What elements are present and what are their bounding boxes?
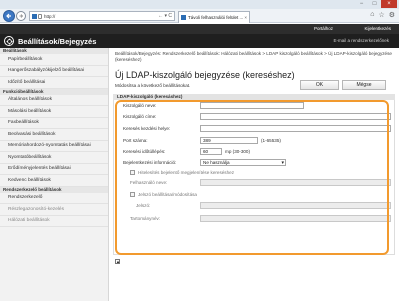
browser-tools: ⌂ ☆ ⚙ bbox=[370, 11, 395, 19]
sidebar-item[interactable]: Erődíményjelentés beállításai bbox=[0, 164, 108, 175]
server-address-label: Kiszolgáló címe: bbox=[123, 114, 157, 119]
security-ext-checkbox[interactable] bbox=[130, 170, 135, 175]
minimize-button[interactable]: − bbox=[355, 0, 368, 8]
arrow-left-icon bbox=[6, 13, 11, 19]
domain-label: Tartománynév: bbox=[130, 216, 161, 221]
close-window-button[interactable]: × bbox=[381, 0, 397, 8]
login-info-value: Ne használja bbox=[203, 160, 230, 165]
server-name-input[interactable] bbox=[200, 102, 304, 109]
browser-tab[interactable]: Távoli felhasználói felület ... × bbox=[178, 11, 250, 23]
ldap-form: Kiszolgáló neve: Kiszolgáló címe: Keresé… bbox=[113, 100, 395, 255]
breadcrumb: Beállítások/Bejegyzés: Rendszerkezelő be… bbox=[115, 51, 392, 62]
port-input[interactable]: 389 bbox=[200, 137, 258, 144]
sidebar-item[interactable]: Faxbeállítások bbox=[0, 118, 108, 129]
tab-favicon-icon bbox=[181, 15, 186, 20]
cancel-button[interactable]: Mégse bbox=[342, 80, 386, 90]
sidebar-item[interactable]: Hálózati beállítások bbox=[0, 216, 108, 227]
password-input[interactable] bbox=[200, 202, 391, 209]
gear-icon[interactable]: ⚙ bbox=[389, 11, 395, 19]
wrench-icon bbox=[5, 37, 13, 45]
main-content: Beállítások/Bejegyzés: Rendszerkezelő be… bbox=[110, 48, 399, 301]
browser-window: − □ × http:// ← ▾ C Távoli felhasználói … bbox=[0, 0, 399, 301]
sidebar-item[interactable]: Részlegazonosító-kezelés bbox=[0, 204, 108, 216]
arrow-right-icon bbox=[19, 14, 24, 18]
lock-icon bbox=[38, 14, 42, 19]
page-title: Beállítások/Bejegyzés bbox=[18, 37, 97, 46]
password-set-checkbox[interactable] bbox=[130, 192, 135, 197]
top-link-bar: Portálhoz Kijelentkezés bbox=[0, 24, 399, 34]
title-bar: − □ × bbox=[0, 0, 399, 9]
password-label: Jelszó: bbox=[136, 203, 151, 208]
mail-admin-link[interactable]: E-mail a rendszerkezelőnek bbox=[333, 38, 389, 43]
collapse-icon[interactable]: ▲ bbox=[115, 259, 120, 264]
sidebar-item[interactable]: Kedvenc beállítások bbox=[0, 175, 108, 187]
refresh-icon[interactable]: ← ▾ C bbox=[158, 12, 172, 21]
star-icon[interactable]: ☆ bbox=[378, 11, 384, 19]
address-text: http:// bbox=[44, 14, 56, 19]
domain-input[interactable] bbox=[200, 215, 391, 222]
app-header: Beállítások/Bejegyzés E-mail a rendszerk… bbox=[0, 34, 399, 48]
sidebar-item[interactable]: Rendszerkezelő bbox=[0, 193, 108, 204]
search-start-label: Keresés kezdési helye: bbox=[123, 126, 171, 131]
window-controls: − □ × bbox=[355, 0, 397, 8]
sidebar-item[interactable]: Másolási beállítások bbox=[0, 106, 108, 118]
ok-button[interactable]: OK bbox=[300, 80, 339, 90]
server-name-label: Kiszolgáló neve: bbox=[123, 103, 157, 108]
settings-home-icon[interactable] bbox=[4, 36, 14, 46]
sidebar-item[interactable]: Időzítő beállításai bbox=[0, 77, 108, 89]
sidebar-item[interactable]: Általános beállítások bbox=[0, 95, 108, 106]
site-icon bbox=[32, 14, 37, 19]
port-label: Port száma: bbox=[123, 138, 148, 143]
login-info-select[interactable]: Ne használja ▾ bbox=[200, 159, 286, 166]
username-input[interactable] bbox=[200, 179, 391, 186]
port-range-text: (1-65535) bbox=[261, 138, 281, 143]
security-ext-label: Hitelesítés bejelentő megjelenítése kere… bbox=[138, 170, 235, 175]
search-start-input[interactable] bbox=[200, 125, 391, 132]
sidebar: Beállítások Papírbeállítások Hangerőszabál… bbox=[0, 48, 109, 301]
timeout-unit-text: mp (30-300) bbox=[225, 149, 251, 154]
logout-link[interactable]: Kijelentkezés bbox=[364, 26, 391, 31]
server-address-input[interactable] bbox=[200, 113, 391, 120]
instruction-text: Módosítsa a következő beállításokat. bbox=[115, 83, 191, 88]
back-button[interactable] bbox=[3, 10, 15, 22]
chevron-down-icon: ▾ bbox=[281, 160, 284, 166]
tab-close-icon[interactable]: × bbox=[244, 12, 247, 23]
home-icon[interactable]: ⌂ bbox=[370, 11, 374, 19]
sidebar-item[interactable]: Beolvasási beállítások bbox=[0, 129, 108, 141]
page-heading: Új LDAP-kiszolgáló bejegyzése (kereséshe… bbox=[115, 70, 295, 80]
maximize-button[interactable]: □ bbox=[368, 0, 381, 8]
tab-title: Távoli felhasználói felület ... bbox=[188, 15, 244, 20]
password-set-label: Jelszó beállítása/módosítása bbox=[138, 192, 197, 197]
username-label: Felhasználó neve: bbox=[130, 180, 168, 185]
login-info-label: Bejelentkezési információ: bbox=[123, 160, 177, 165]
sidebar-item[interactable]: Hangerőszabályzókijelző beállításai bbox=[0, 66, 108, 77]
sidebar-item[interactable]: Memóriahordozó-nyomtatás beállításai bbox=[0, 141, 108, 152]
navigation-bar: http:// ← ▾ C Távoli felhasználói felüle… bbox=[0, 9, 399, 23]
timeout-input[interactable]: 60 bbox=[200, 148, 222, 155]
portal-link[interactable]: Portálhoz bbox=[314, 26, 333, 31]
sidebar-item[interactable]: Papírbeállítások bbox=[0, 54, 108, 66]
timeout-label: Keresési időtúllépés: bbox=[123, 149, 166, 154]
address-bar[interactable]: http:// ← ▾ C bbox=[29, 11, 175, 21]
sidebar-item[interactable]: Nyomtatóbeállítások bbox=[0, 152, 108, 164]
forward-button[interactable] bbox=[16, 11, 26, 21]
